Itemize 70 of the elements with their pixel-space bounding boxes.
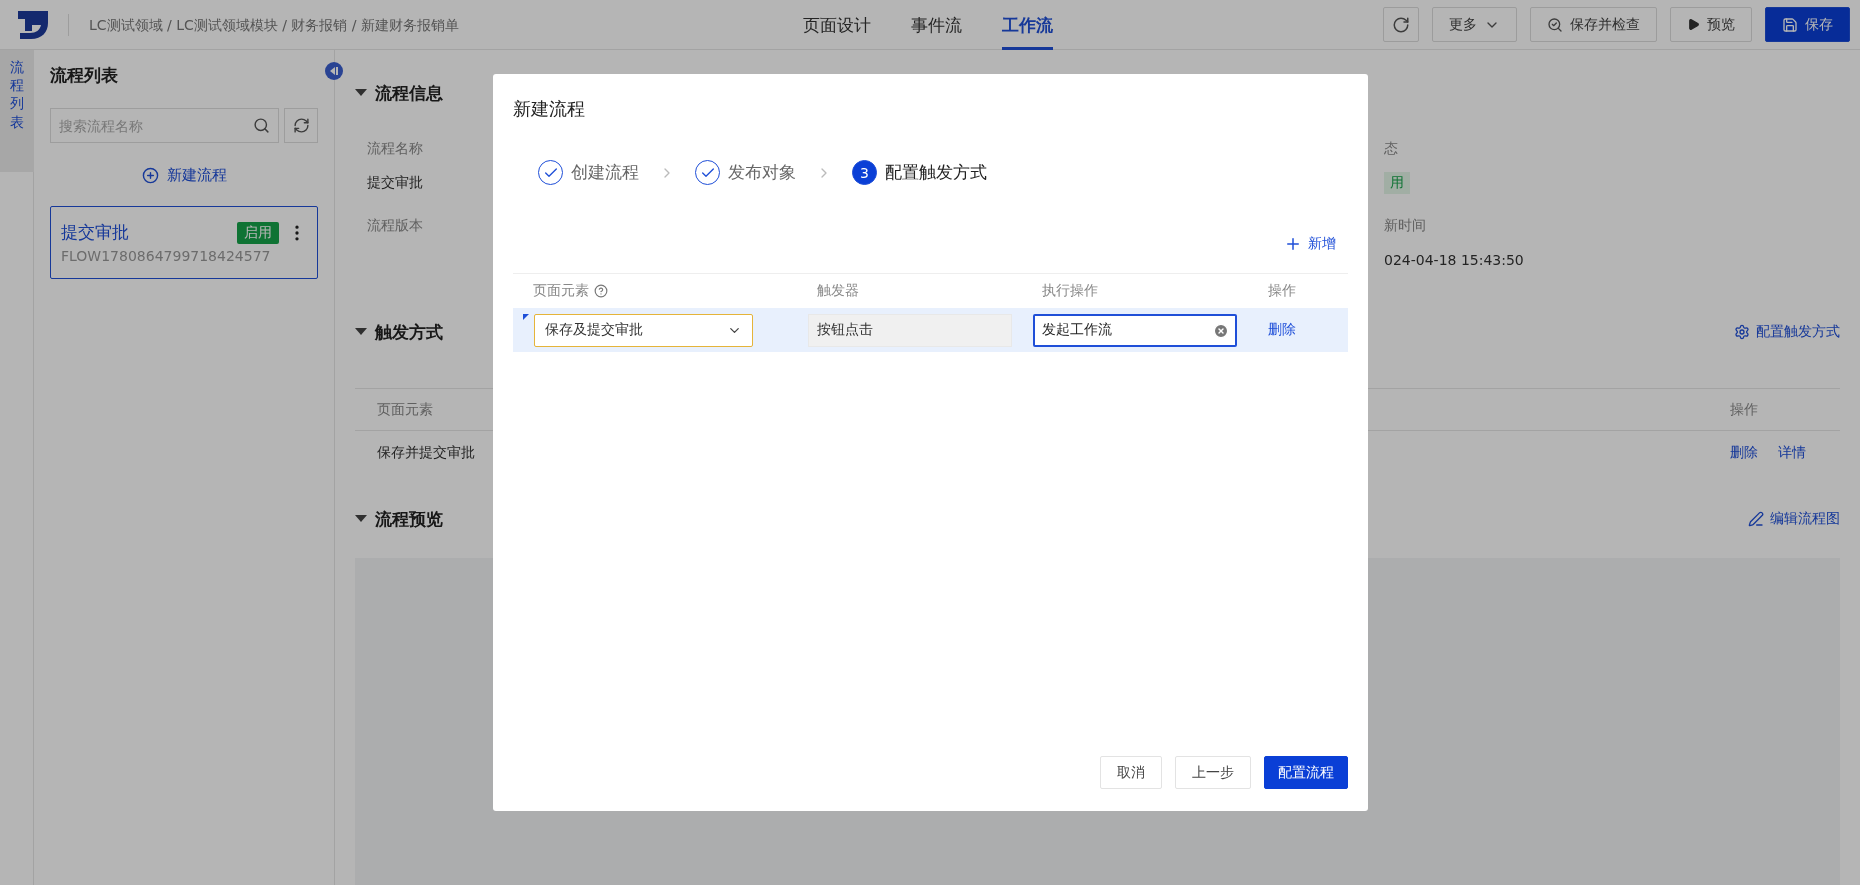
panel-title: 流程列表 [50,64,119,87]
nav-tab[interactable]: 事件流 [911,0,962,50]
collapse-icon[interactable] [325,62,343,80]
field-label: 新时间 [1384,216,1427,235]
column-header: 触发器 [816,282,860,300]
toolbar-button[interactable]: 更多 [1432,7,1517,42]
check-step-icon [538,160,563,185]
check-step-icon [695,160,720,185]
flow-code: FLOW1780864799718424577 [61,248,272,264]
field-value: 024-04-18 15:43:50 [1384,252,1524,268]
section-title: 触发方式 [375,320,443,344]
column-header: 操作 [1267,282,1297,300]
dialog-button[interactable]: 取消 [1100,756,1162,789]
refresh-icon [292,117,310,134]
dialog-button[interactable]: 配置流程 [1264,756,1348,789]
flow-card[interactable]: 提交审批 启用 FLOW1780864799718424577 [50,206,318,279]
step-number: 3 [852,160,877,185]
nav-tab[interactable]: 页面设计 [803,0,871,50]
step-label: 创建流程 [571,161,639,184]
logo-icon [18,10,48,39]
section-title: 流程信息 [375,81,443,105]
caret-icon[interactable] [355,515,367,523]
column-header: 页面元素 [377,400,434,419]
add-link[interactable]: 新增 [1284,235,1336,253]
action-input[interactable]: 发起工作流 [1033,313,1237,347]
refresh-button[interactable] [284,108,318,143]
modal-title: 新建流程 [513,97,586,121]
field-label: 流程名称 [367,139,424,158]
row-action-link[interactable]: 删除 [1730,444,1758,462]
new-flow-button[interactable]: 新建流程 [135,165,233,186]
field-label: 态 [1384,139,1399,158]
section-action-link[interactable]: 编辑流程图 [1748,510,1840,528]
nav-tab[interactable]: 工作流 [1002,0,1053,50]
status-tag: 用 [1384,172,1410,194]
step-label: 配置触发方式 [885,161,987,184]
search-icon [253,117,270,134]
search-field[interactable]: 搜索流程名称 [50,108,279,143]
dialog-button[interactable]: 上一步 [1175,756,1251,789]
field-label: 流程版本 [367,216,424,235]
column-header: 页面元素 [513,282,795,300]
field-value: 提交审批 [367,174,423,192]
refresh-button[interactable] [1383,7,1419,42]
table-cell-text: 保存并提交审批 [377,444,476,462]
save-icon [1782,16,1798,33]
column-header: 操作 [1730,400,1759,419]
toolbar-button[interactable]: 预览 [1670,7,1752,42]
section-title: 流程预览 [375,507,443,531]
status-tag: 启用 [237,221,279,244]
caret-icon[interactable] [355,89,367,97]
side-tab[interactable]: 流程列表 [0,50,34,172]
element-select[interactable]: 保存及提交审批 [534,313,753,347]
plus-icon [1284,235,1302,253]
step-label: 发布对象 [728,161,796,184]
toolbar-button[interactable]: 保存并检查 [1530,7,1657,42]
plus-circle-icon [141,167,159,184]
row-action-link[interactable]: 详情 [1778,444,1806,462]
refresh-icon [1392,15,1410,34]
toolbar-button[interactable]: 保存 [1765,7,1850,42]
trigger-field: 按钮点击 [808,313,1012,347]
caret-icon[interactable] [355,328,367,336]
pen-icon [1748,511,1764,527]
section-action-link[interactable]: 配置触发方式 [1734,323,1840,341]
play-icon [1687,18,1700,31]
settings-icon [1734,324,1750,340]
help-icon [594,284,608,298]
search-check-icon [1547,16,1563,33]
breadcrumb: LC测试领域 / LC测试领域模块 / 财务报销 / 新建财务报销单 [68,13,459,36]
delete-link[interactable]: 删除 [1268,321,1296,339]
column-header: 执行操作 [1041,282,1099,300]
flow-name: 提交审批 [61,221,130,244]
